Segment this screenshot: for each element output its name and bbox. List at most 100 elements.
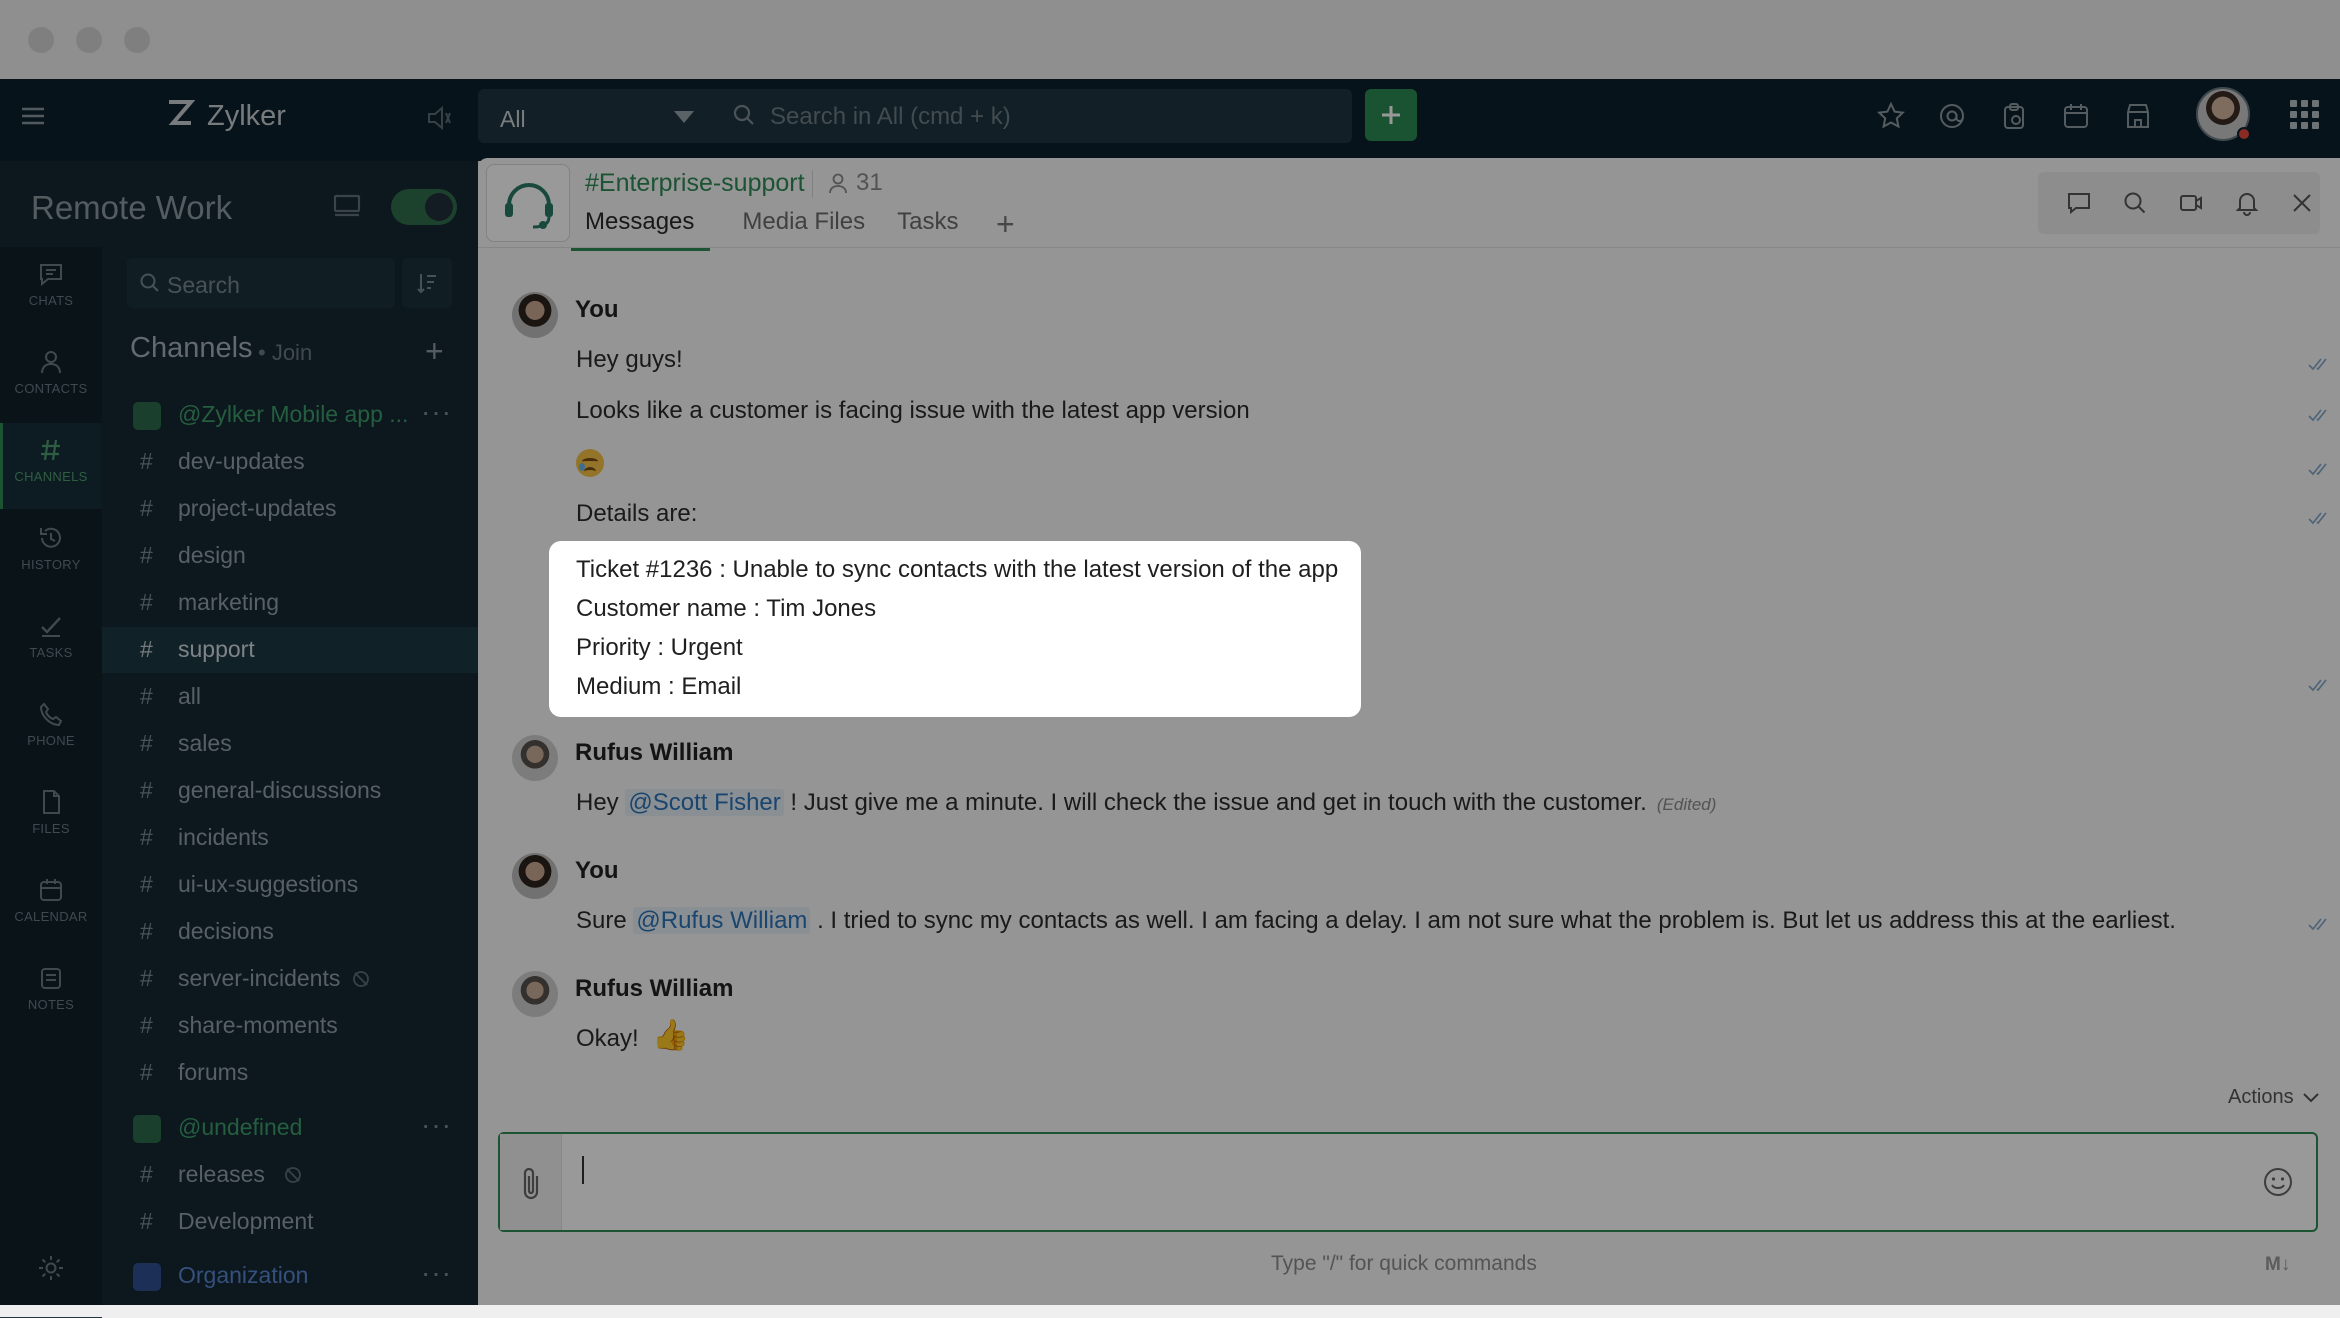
channel-header: #Enterprise-support 31 Messages Media Fi…: [478, 158, 2340, 251]
brand-logo[interactable]: Zylker: [165, 97, 286, 135]
clipboard-icon[interactable]: [1999, 101, 2029, 131]
attach-button[interactable]: [500, 1134, 562, 1230]
channel-avatar[interactable]: [486, 164, 570, 242]
window-zoom-dot[interactable]: [124, 27, 150, 53]
channel-item[interactable]: # Development: [102, 1199, 478, 1245]
actions-dropdown[interactable]: Actions: [2228, 1086, 2320, 1109]
message-sender[interactable]: You: [575, 857, 619, 885]
channel-item[interactable]: # server-incidents: [102, 956, 478, 1002]
channel-item[interactable]: # general-discussions: [102, 768, 478, 814]
add-tab-icon[interactable]: +: [996, 206, 1015, 243]
nav-rail: CHATS CONTACTS CHANNELS HISTORY TASKS PH…: [0, 247, 102, 1318]
search-scope-select[interactable]: All: [478, 89, 714, 143]
channel-item[interactable]: # design: [102, 533, 478, 579]
calendar-icon: [37, 877, 65, 903]
rail-calendar[interactable]: CALENDAR: [0, 863, 102, 949]
hamburger-menu-icon[interactable]: [18, 101, 48, 131]
channel-item-active[interactable]: # support: [102, 627, 478, 673]
paperclip-icon: [517, 1164, 545, 1204]
presence-toggle[interactable]: [391, 189, 457, 225]
window-minimize-dot[interactable]: [76, 27, 102, 53]
member-count[interactable]: 31: [828, 169, 883, 197]
avatar[interactable]: [512, 735, 558, 781]
channel-name: share-moments: [178, 1012, 338, 1038]
channel-item[interactable]: # incidents: [102, 815, 478, 861]
at-mention-icon[interactable]: [1937, 101, 1967, 131]
channel-item[interactable]: # dev-updates: [102, 439, 478, 485]
avatar[interactable]: [512, 292, 558, 338]
message-sender[interactable]: Rufus William: [575, 975, 733, 1003]
emoji-picker-icon[interactable]: [2262, 1166, 2294, 1198]
tab-messages[interactable]: Messages: [571, 208, 711, 251]
read-receipt-icon: [2308, 677, 2332, 693]
rail-history-label: HISTORY: [21, 557, 81, 572]
channel-item[interactable]: # share-moments: [102, 1003, 478, 1049]
muted-icon: [350, 968, 372, 995]
channel-item[interactable]: # marketing: [102, 580, 478, 626]
sidebar-search-input[interactable]: Search: [127, 258, 395, 308]
settings-gear-icon[interactable]: [36, 1253, 66, 1283]
close-icon[interactable]: [2289, 190, 2315, 216]
calendar-icon[interactable]: [2061, 101, 2091, 131]
avatar[interactable]: [512, 971, 558, 1017]
channel-name: releases: [178, 1161, 265, 1187]
channel-item[interactable]: # sales: [102, 721, 478, 767]
message-composer[interactable]: [498, 1132, 2318, 1232]
workspace-title[interactable]: Remote Work: [31, 189, 232, 227]
channel-item[interactable]: # ui-ux-suggestions: [102, 862, 478, 908]
headset-support-icon: [499, 175, 559, 233]
rail-tasks[interactable]: TASKS: [0, 599, 102, 685]
channel-name: design: [178, 542, 246, 568]
channel-group-organization[interactable]: Organization ···: [102, 1253, 478, 1299]
rail-history[interactable]: HISTORY: [0, 511, 102, 597]
channel-item[interactable]: # forums: [102, 1050, 478, 1096]
message-sender[interactable]: You: [575, 296, 619, 324]
rail-notes[interactable]: NOTES: [0, 951, 102, 1037]
store-icon[interactable]: [2123, 101, 2153, 131]
screen-share-icon[interactable]: [332, 193, 362, 219]
bell-icon[interactable]: [2234, 190, 2260, 216]
apps-grid-icon[interactable]: [2290, 100, 2319, 129]
global-search-input[interactable]: Search in All (cmd + k): [714, 89, 1352, 143]
channel-title[interactable]: #Enterprise-support: [585, 169, 805, 198]
window-close-dot[interactable]: [28, 27, 54, 53]
channel-name: incidents: [178, 824, 269, 850]
rail-phone[interactable]: PHONE: [0, 687, 102, 773]
video-call-icon[interactable]: [2178, 190, 2204, 216]
channel-item[interactable]: # project-updates: [102, 486, 478, 532]
left-panel: Remote Work CHATS CONTACTS CHANNELS HIST…: [0, 161, 478, 1318]
search-icon: [139, 272, 161, 294]
more-options-icon[interactable]: ···: [421, 1109, 452, 1141]
channel-group-zylker-mobile[interactable]: @Zylker Mobile app ... ···: [102, 392, 478, 438]
global-search-placeholder: Search in All (cmd + k): [770, 103, 1011, 130]
more-options-icon[interactable]: ···: [421, 396, 452, 428]
add-channel-icon[interactable]: +: [425, 333, 444, 370]
rail-channels[interactable]: CHANNELS: [0, 423, 102, 509]
sort-button[interactable]: [402, 258, 452, 308]
more-options-icon[interactable]: ···: [421, 1257, 452, 1289]
tab-tasks[interactable]: Tasks: [897, 208, 958, 251]
thread-icon[interactable]: [2066, 190, 2092, 216]
rail-chats[interactable]: CHATS: [0, 247, 102, 333]
channel-item[interactable]: # all: [102, 674, 478, 720]
speaker-muted-icon[interactable]: [424, 103, 454, 133]
avatar[interactable]: [512, 853, 558, 899]
search-icon[interactable]: [2122, 190, 2148, 216]
channel-group-undefined[interactable]: @undefined ···: [102, 1105, 478, 1151]
rail-contacts[interactable]: CONTACTS: [0, 335, 102, 421]
user-mention[interactable]: @Rufus William: [633, 907, 811, 934]
tab-media-files[interactable]: Media Files: [742, 208, 865, 251]
channel-item[interactable]: # releases: [102, 1152, 478, 1198]
user-mention[interactable]: @Scott Fisher: [625, 789, 784, 816]
join-channels-link[interactable]: • Join: [258, 340, 312, 366]
rail-files[interactable]: FILES: [0, 775, 102, 861]
text-cursor: [582, 1156, 584, 1184]
create-new-button[interactable]: [1365, 89, 1417, 141]
channel-item[interactable]: # decisions: [102, 909, 478, 955]
user-avatar[interactable]: [2196, 87, 2251, 141]
contact-icon: [37, 349, 65, 375]
header-divider: [812, 170, 813, 198]
markdown-toggle[interactable]: M↓: [2265, 1254, 2290, 1276]
star-icon[interactable]: [1876, 101, 1906, 131]
message-sender[interactable]: Rufus William: [575, 739, 733, 767]
